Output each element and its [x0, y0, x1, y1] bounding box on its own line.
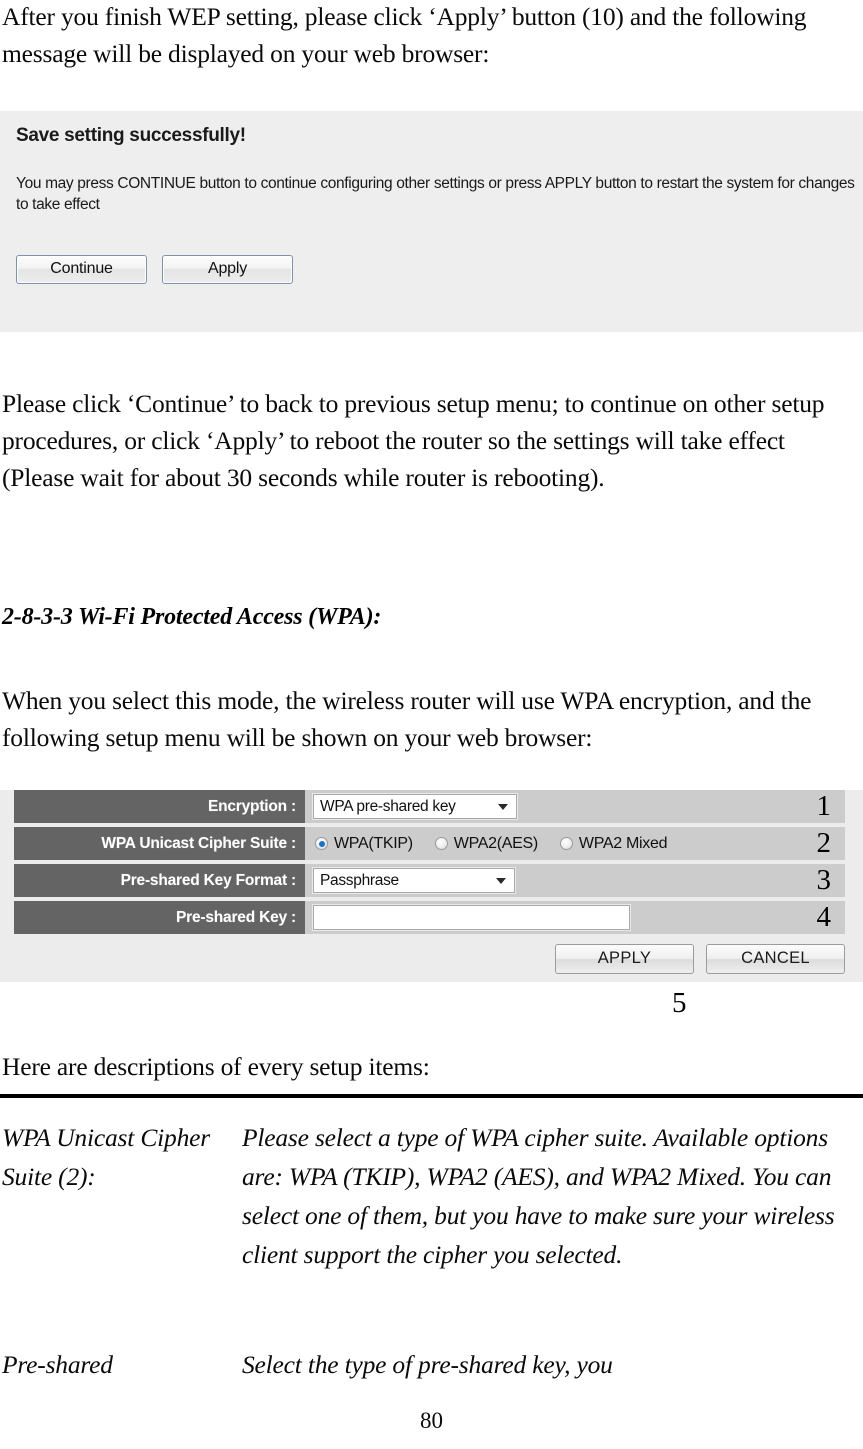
radio-wpa2-mixed[interactable]: WPA2 Mixed: [559, 834, 668, 853]
row-label-encryption: Encryption :: [14, 790, 305, 823]
chevron-down-icon: [496, 877, 506, 884]
description-text: Please select a type of WPA cipher suite…: [242, 1123, 835, 1269]
dialog-message: You may press CONTINUE button to continu…: [16, 175, 855, 213]
section-heading: 2-8-3-3 Wi-Fi Protected Access (WPA):: [2, 604, 382, 630]
panel-action-row: APPLY CANCEL: [0, 944, 845, 974]
radio-indicator-icon: [559, 837, 573, 850]
description-term: Pre-shared: [2, 1350, 113, 1379]
wpa-settings-panel: Encryption : WPA pre-shared key 1 WPA Un…: [0, 790, 863, 982]
callout-1: 1: [816, 789, 832, 822]
row-preshared-key: Pre-shared Key : 4: [14, 901, 845, 934]
row-label-preshared-key: Pre-shared Key :: [14, 901, 305, 934]
callout-2: 2: [816, 826, 832, 859]
radio-indicator-icon: [434, 837, 448, 850]
row-encryption: Encryption : WPA pre-shared key 1: [14, 790, 845, 823]
radio-label-wpa2-mixed: WPA2 Mixed: [578, 834, 668, 852]
radio-label-wpa-tkip: WPA(TKIP): [334, 834, 413, 852]
row-value-cipher-suite: WPA(TKIP) WPA2(AES) WPA2 Mixed 2: [305, 827, 845, 860]
section-intro-paragraph: When you select this mode, the wireless …: [2, 686, 812, 752]
row-key-format: Pre-shared Key Format : Passphrase 3: [14, 864, 845, 897]
description-item: WPA Unicast Cipher Suite (2): Please sel…: [2, 1118, 860, 1274]
chevron-down-icon: [498, 803, 508, 810]
callout-3: 3: [816, 863, 832, 896]
key-format-select-value: Passphrase: [320, 871, 399, 889]
radio-wpa-tkip[interactable]: WPA(TKIP): [315, 835, 413, 853]
continue-button[interactable]: Continue: [16, 255, 147, 284]
horizontal-rule: [0, 1094, 863, 1098]
description-text: Select the type of pre-shared key, you: [242, 1350, 613, 1379]
save-setting-dialog: Save setting successfully! You may press…: [0, 111, 863, 332]
cipher-suite-radio-group: WPA(TKIP) WPA2(AES) WPA2 Mixed: [313, 834, 668, 853]
row-cipher-suite: WPA Unicast Cipher Suite : WPA(TKIP) WPA…: [14, 827, 845, 860]
intro-paragraph: After you finish WEP setting, please cli…: [2, 2, 807, 68]
radio-indicator-icon: [315, 837, 328, 850]
description-term: WPA Unicast Cipher Suite (2):: [2, 1123, 210, 1191]
callout-4: 4: [816, 900, 832, 933]
descriptions-lead: Here are descriptions of every setup ite…: [2, 1052, 430, 1081]
radio-label-wpa2-aes: WPA2(AES): [453, 834, 538, 852]
callout-5: 5: [672, 987, 687, 1019]
dialog-title: Save setting successfully!: [16, 125, 246, 146]
panel-apply-button[interactable]: APPLY: [555, 944, 694, 974]
encryption-select-value: WPA pre-shared key: [320, 797, 456, 815]
page-number: 80: [420, 1408, 443, 1433]
radio-wpa2-aes[interactable]: WPA2(AES): [434, 834, 538, 853]
apply-button[interactable]: Apply: [162, 255, 293, 284]
continue-paragraph: Please click ‘Continue’ to back to previ…: [2, 389, 825, 492]
row-value-preshared-key: 4: [305, 901, 845, 934]
row-label-key-format: Pre-shared Key Format :: [14, 864, 305, 897]
panel-cancel-button[interactable]: CANCEL: [706, 944, 845, 974]
row-label-cipher-suite: WPA Unicast Cipher Suite :: [14, 827, 305, 860]
row-value-encryption: WPA pre-shared key 1: [305, 790, 845, 823]
key-format-select[interactable]: Passphrase: [313, 868, 515, 893]
description-item: Pre-shared Select the type of pre-shared…: [2, 1345, 860, 1384]
row-value-key-format: Passphrase 3: [305, 864, 845, 897]
preshared-key-input[interactable]: [313, 905, 630, 930]
dialog-button-row: Continue Apply: [16, 255, 847, 284]
encryption-select[interactable]: WPA pre-shared key: [313, 794, 517, 819]
